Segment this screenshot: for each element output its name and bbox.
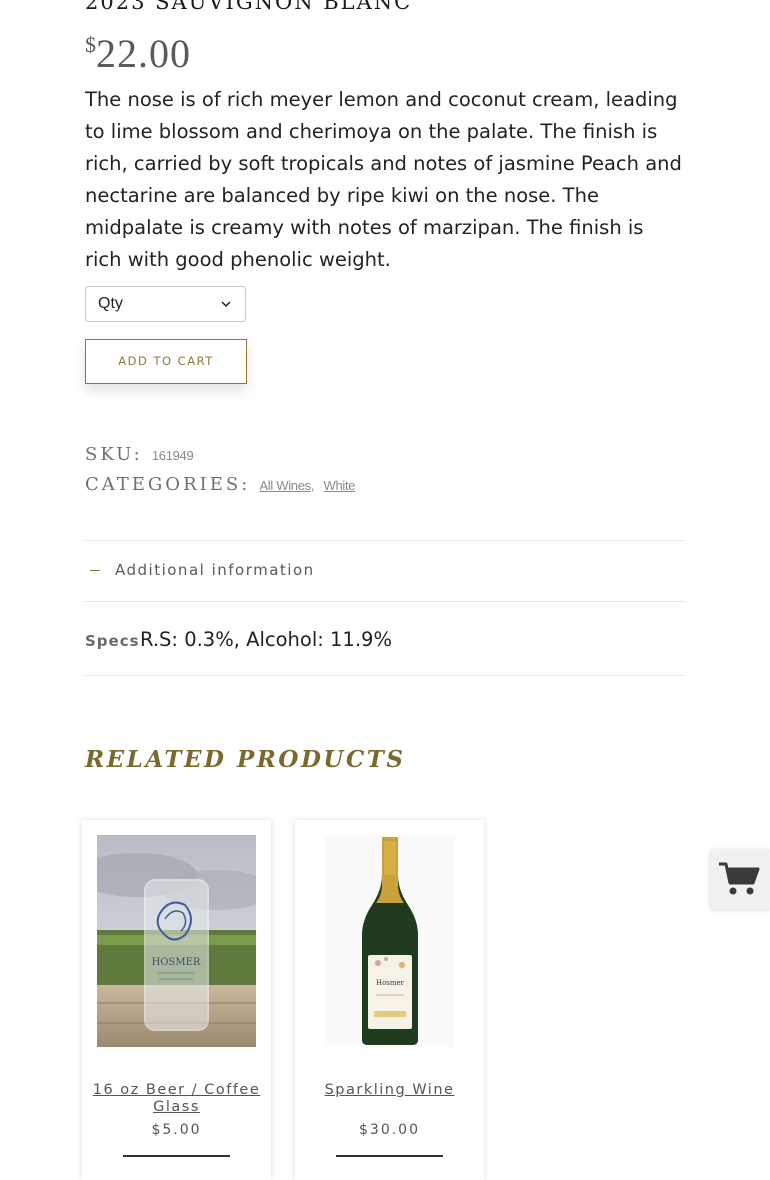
specs-value: R.S: 0.3%, Alcohol: 11.9% (140, 628, 392, 651)
product-name-link[interactable]: 16 oz Beer / Coffee Glass (82, 1082, 271, 1116)
product-price: $22.00 (85, 30, 191, 77)
divider (85, 675, 685, 676)
categories-row: Categories: All Wines, White (85, 474, 356, 495)
quantity-select[interactable]: Qty (85, 286, 246, 322)
add-to-cart-button[interactable]: Add to cart (85, 339, 247, 384)
specs-label: Specs (85, 632, 140, 650)
product-price: $5.00 (151, 1122, 202, 1138)
sku-value: 161949 (151, 448, 194, 463)
category-link-white[interactable]: White (323, 478, 355, 493)
sku-label: SKU: (85, 444, 143, 465)
minus-icon[interactable] (90, 570, 100, 571)
category-separator: , (310, 478, 315, 493)
floating-cart-button[interactable] (710, 849, 770, 909)
divider (85, 540, 685, 541)
related-product-card[interactable]: HOSMER 16 oz Beer / Coffee Glass $5.00 (82, 820, 271, 1180)
product-price: $30.00 (359, 1122, 420, 1138)
category-link-all-wines[interactable]: All Wines (259, 478, 311, 493)
product-image-glass[interactable]: HOSMER (97, 835, 256, 1047)
shopping-cart-icon (719, 862, 760, 895)
product-description: The nose is of rich meyer lemon and coco… (85, 88, 682, 271)
divider (85, 601, 685, 602)
chevron-down-icon (221, 301, 231, 308)
price-currency: $ (85, 32, 96, 57)
categories-label: Categories: (85, 474, 251, 495)
price-amount: 22.00 (96, 31, 191, 76)
related-product-card[interactable]: Hosmer Sparkling Wine $30.00 (295, 820, 484, 1180)
svg-text:Hosmer: Hosmer (376, 979, 405, 987)
quantity-select-label: Qty (98, 295, 123, 312)
svg-text:HOSMER: HOSMER (152, 957, 201, 968)
product-image-sparkling-wine[interactable]: Hosmer (324, 835, 455, 1047)
product-title: 2023 Sauvignon Blanc (85, 0, 413, 14)
sku-row: SKU: 161949 (85, 444, 194, 465)
related-products-heading: Related products (85, 746, 406, 773)
product-name-link[interactable]: Sparkling Wine (295, 1082, 484, 1099)
tab-additional-information[interactable]: Additional information (115, 561, 315, 579)
